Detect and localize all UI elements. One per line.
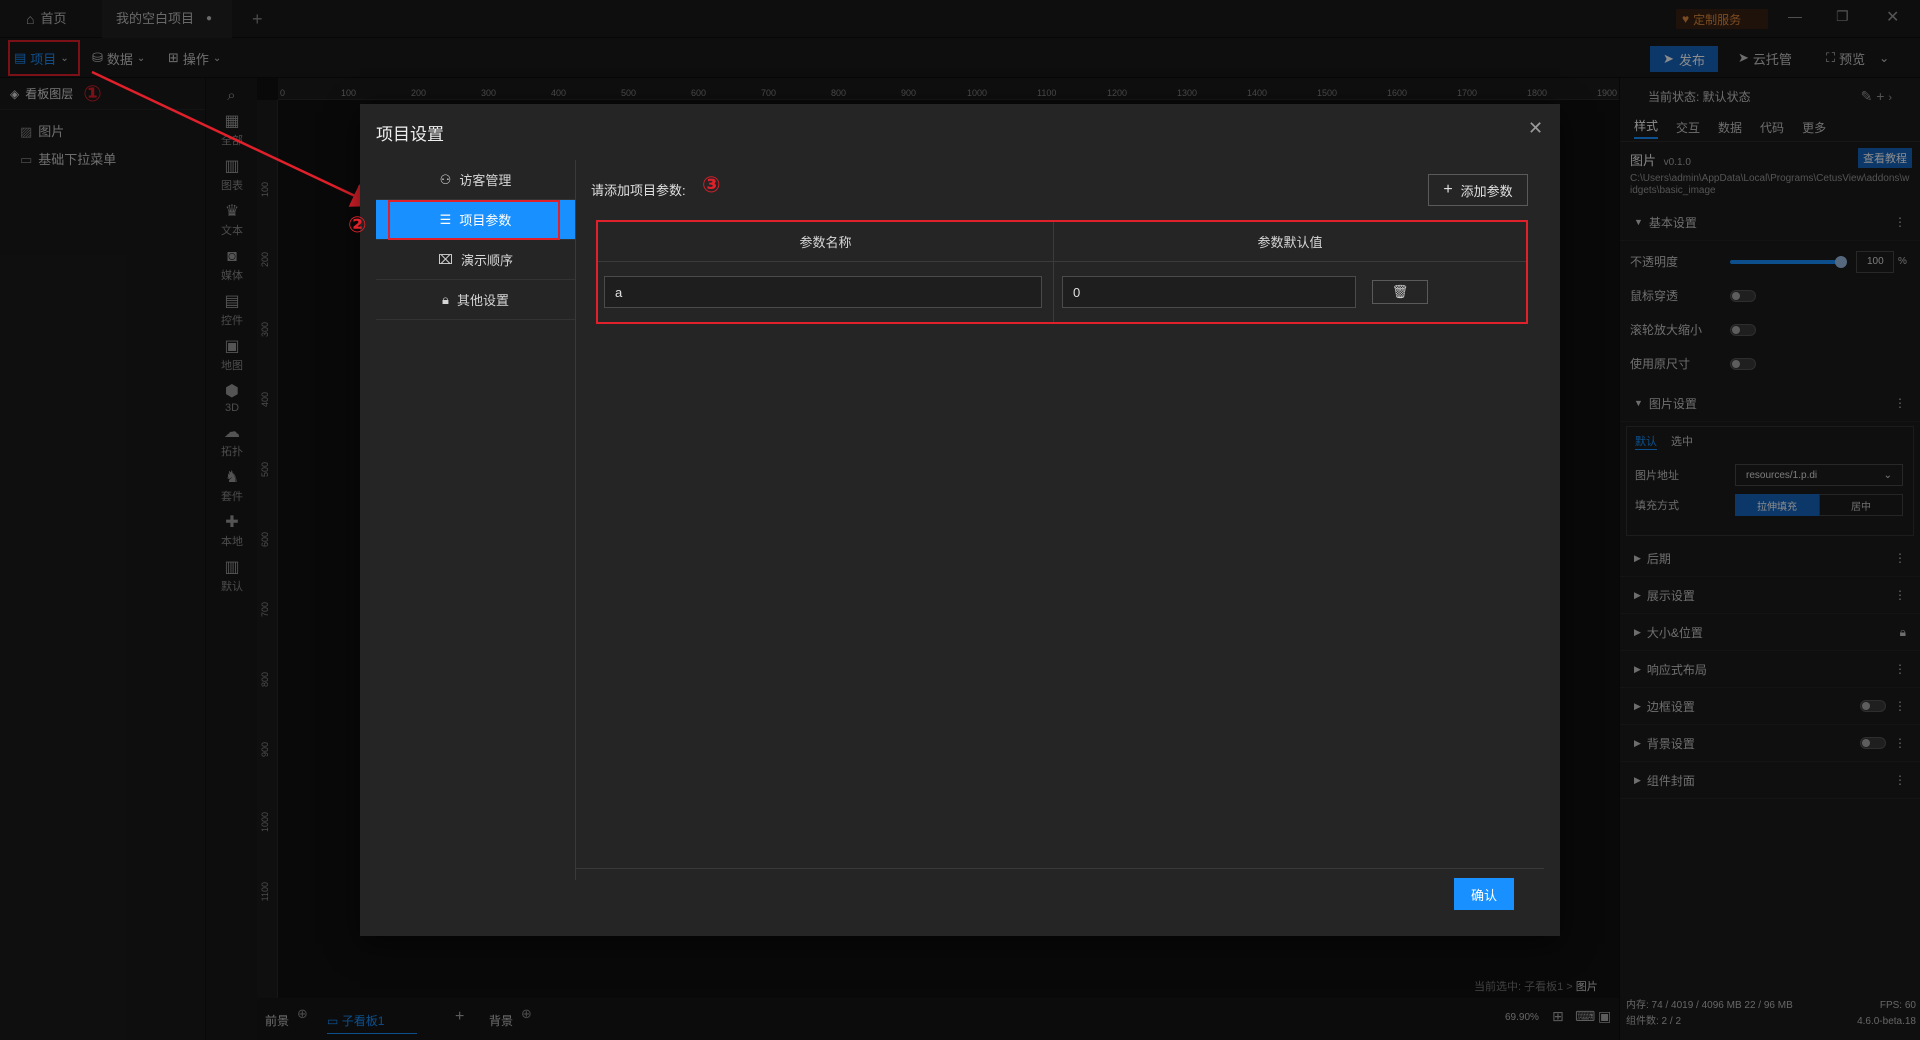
confirm-button[interactable]: 确认 xyxy=(1454,878,1514,910)
param-default-input[interactable]: 0 xyxy=(1062,276,1356,308)
nav-label: 访客管理 xyxy=(459,173,512,188)
param-name-input[interactable]: a xyxy=(604,276,1042,308)
annotation-marker-2: ② xyxy=(348,212,367,237)
add-param-button[interactable]: + 添加参数 xyxy=(1428,174,1528,206)
dialog-title: 项目设置 xyxy=(376,125,444,144)
trash-icon: 🗑︎ xyxy=(1391,284,1409,299)
delete-param-button[interactable]: 🗑︎ xyxy=(1372,280,1428,304)
table-row: a 0 🗑︎ xyxy=(598,262,1526,322)
plus-icon: + xyxy=(1443,181,1453,198)
project-settings-dialog: 项目设置 ✕ ⚇ 访客管理 ☰ 项目参数 ⌧ 演示顺序 🔒︎ 其他设置 ② 请添加项目参… xyxy=(348,104,1560,936)
col-param-default: 参数默认值 xyxy=(1257,235,1323,250)
footer-divider xyxy=(576,868,1544,869)
presentation-icon: ⌧ xyxy=(438,251,453,267)
params-hint: 请添加项目参数: xyxy=(591,183,686,198)
add-param-label: 添加参数 xyxy=(1460,183,1513,199)
nav-label: 演示顺序 xyxy=(460,253,513,268)
col-param-name: 参数名称 xyxy=(598,222,1054,261)
params-table: 参数名称 参数默认值 a 0 🗑︎ xyxy=(596,220,1528,324)
lock-icon: 🔒︎ xyxy=(442,291,449,307)
nav-visitor-management[interactable]: ⚇ 访客管理 xyxy=(376,160,575,200)
users-icon: ⚇ xyxy=(439,171,452,187)
nav-other-settings[interactable]: 🔒︎ 其他设置 xyxy=(376,280,575,320)
nav-presentation-order[interactable]: ⌧ 演示顺序 xyxy=(376,240,575,280)
annotation-marker-3: ③ xyxy=(702,172,721,197)
nav-label: 其他设置 xyxy=(456,293,509,308)
dialog-nav: ⚇ 访客管理 ☰ 项目参数 ⌧ 演示顺序 🔒︎ 其他设置 xyxy=(376,160,576,880)
table-header: 参数名称 参数默认值 xyxy=(598,222,1526,262)
annotation-box-2 xyxy=(388,200,560,240)
close-icon[interactable]: ✕ xyxy=(1528,118,1543,139)
